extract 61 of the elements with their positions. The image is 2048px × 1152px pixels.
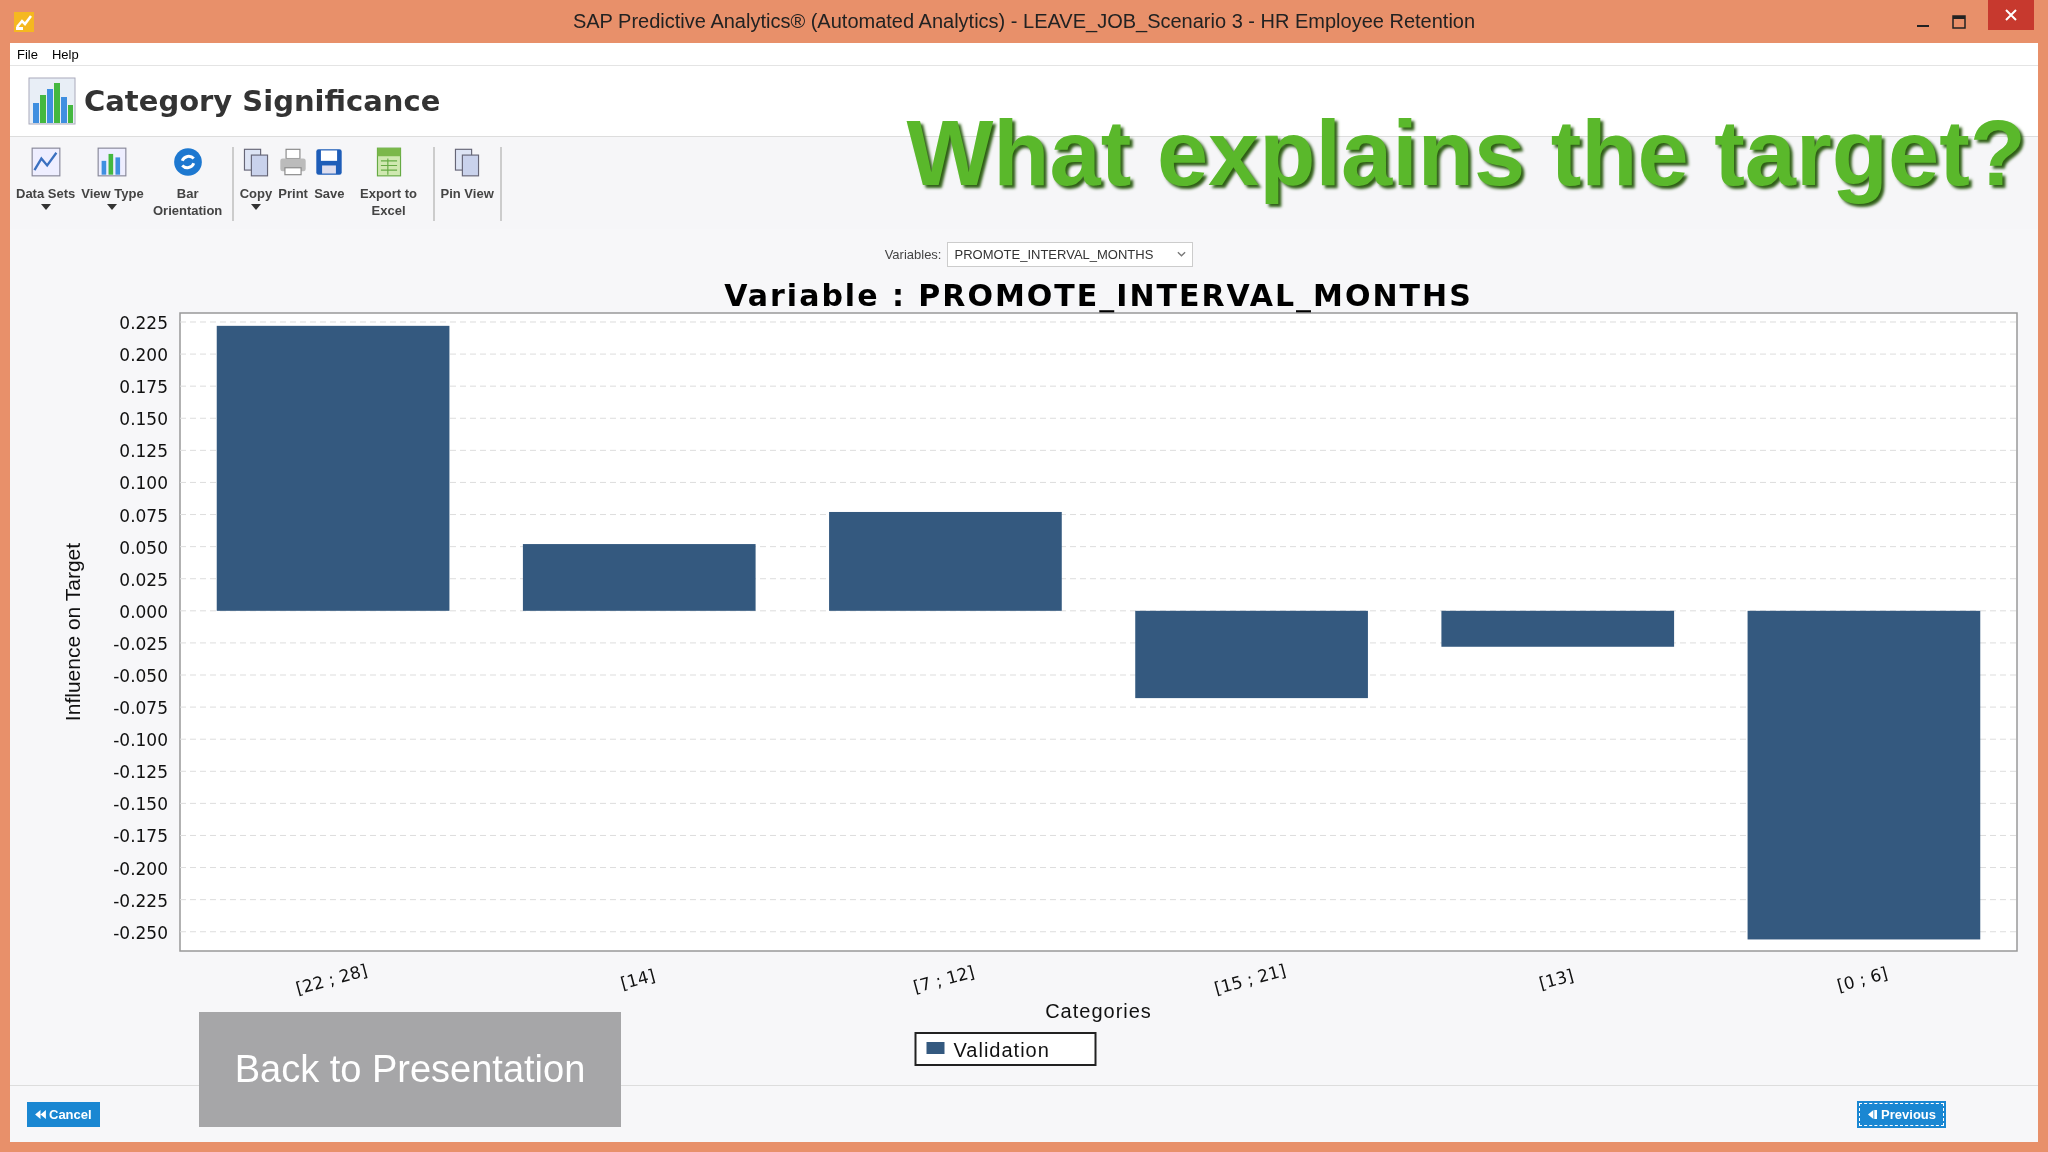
previous-button[interactable]: Previous — [1857, 1100, 1946, 1128]
y-tick-label: 0.050 — [119, 537, 168, 558]
toolbar-button[interactable]: Copy — [237, 147, 275, 221]
bar-chart-icon — [97, 147, 128, 177]
overlay-caption: What explains the target? — [906, 101, 2026, 206]
toolbar-button[interactable]: Print — [276, 147, 311, 221]
toolbar-button[interactable]: View Type — [79, 147, 146, 221]
maximize-icon[interactable] — [1952, 14, 1966, 29]
x-tick-label: [22 ; 28] — [293, 960, 370, 999]
y-tick-label: -0.075 — [113, 698, 168, 719]
x-axis-title: Categories — [1045, 1000, 1152, 1022]
y-tick-label: -0.150 — [113, 794, 168, 815]
bar-chart-icon — [28, 77, 76, 125]
page-title: Category Significance — [84, 84, 441, 118]
y-tick-label: 0.200 — [119, 345, 168, 366]
toolbar-button[interactable]: Save — [312, 147, 347, 221]
y-tick-label: 0.150 — [119, 409, 168, 430]
y-axis-title: Influence on Target — [61, 542, 84, 722]
skip-back-icon — [1867, 1109, 1879, 1119]
y-tick-label: 0.075 — [119, 505, 168, 526]
app-logo-icon — [14, 11, 34, 32]
y-tick-label: -0.125 — [113, 762, 168, 783]
y-tick-label: -0.100 — [113, 730, 168, 751]
y-tick-label: -0.175 — [113, 826, 168, 847]
line-chart-icon — [30, 147, 61, 177]
y-tick-label: -0.025 — [113, 633, 168, 654]
toolbar-button[interactable]: Bar Orientation — [147, 147, 228, 221]
variables-dropdown[interactable]: PROMOTE_INTERVAL_MONTHS — [947, 241, 1194, 267]
y-tick-label: -0.250 — [113, 922, 168, 943]
close-icon — [2004, 8, 2018, 22]
y-tick-label: 0.225 — [119, 313, 168, 333]
toolbar-button[interactable]: Data Sets — [14, 147, 78, 221]
x-tick-label: [14] — [618, 965, 658, 994]
variables-label: Variables: — [884, 246, 942, 262]
y-tick-label: 0.100 — [119, 473, 168, 494]
y-tick-label: 0.125 — [119, 441, 168, 462]
print-icon — [278, 147, 309, 177]
toolbar-button[interactable]: Export to Excel — [348, 147, 429, 221]
chart-legend: Validation — [914, 1032, 1097, 1066]
y-tick-label: 0.000 — [119, 601, 168, 622]
menu-item[interactable]: File — [17, 46, 38, 62]
y-tick-label: -0.225 — [113, 890, 168, 911]
save-icon — [314, 147, 345, 177]
x-tick-label: [15 ; 21] — [1212, 960, 1288, 999]
x-tick-label: [7 ; 12] — [911, 961, 977, 997]
chevron-icon — [1177, 251, 1187, 257]
y-tick-label: -0.200 — [113, 858, 168, 879]
x-tick-label: [0 ; 6] — [1834, 962, 1890, 996]
y-tick-label: -0.050 — [113, 666, 168, 686]
chart-title: Variable : PROMOTE_INTERVAL_MONTHS — [724, 278, 1473, 313]
window-title: SAP Predictive Analytics® (Automated Analytics) - LEAVE_JOB_Scenario 3 - HR Employee Retention — [572, 10, 1476, 33]
cancel-button[interactable]: Cancel — [27, 1101, 100, 1127]
circular-arrows-icon — [172, 147, 203, 177]
toolbar-button[interactable]: Pin View — [438, 147, 496, 221]
y-tick-label: 0.025 — [119, 569, 168, 590]
x-tick-label: [13] — [1536, 965, 1576, 994]
menu-item[interactable]: Help — [51, 46, 79, 62]
close-button[interactable] — [1988, 0, 2034, 30]
legend-label: Validation — [953, 1039, 1050, 1061]
rewind-icon — [35, 1109, 46, 1119]
y-tick-label: 0.175 — [119, 377, 168, 398]
